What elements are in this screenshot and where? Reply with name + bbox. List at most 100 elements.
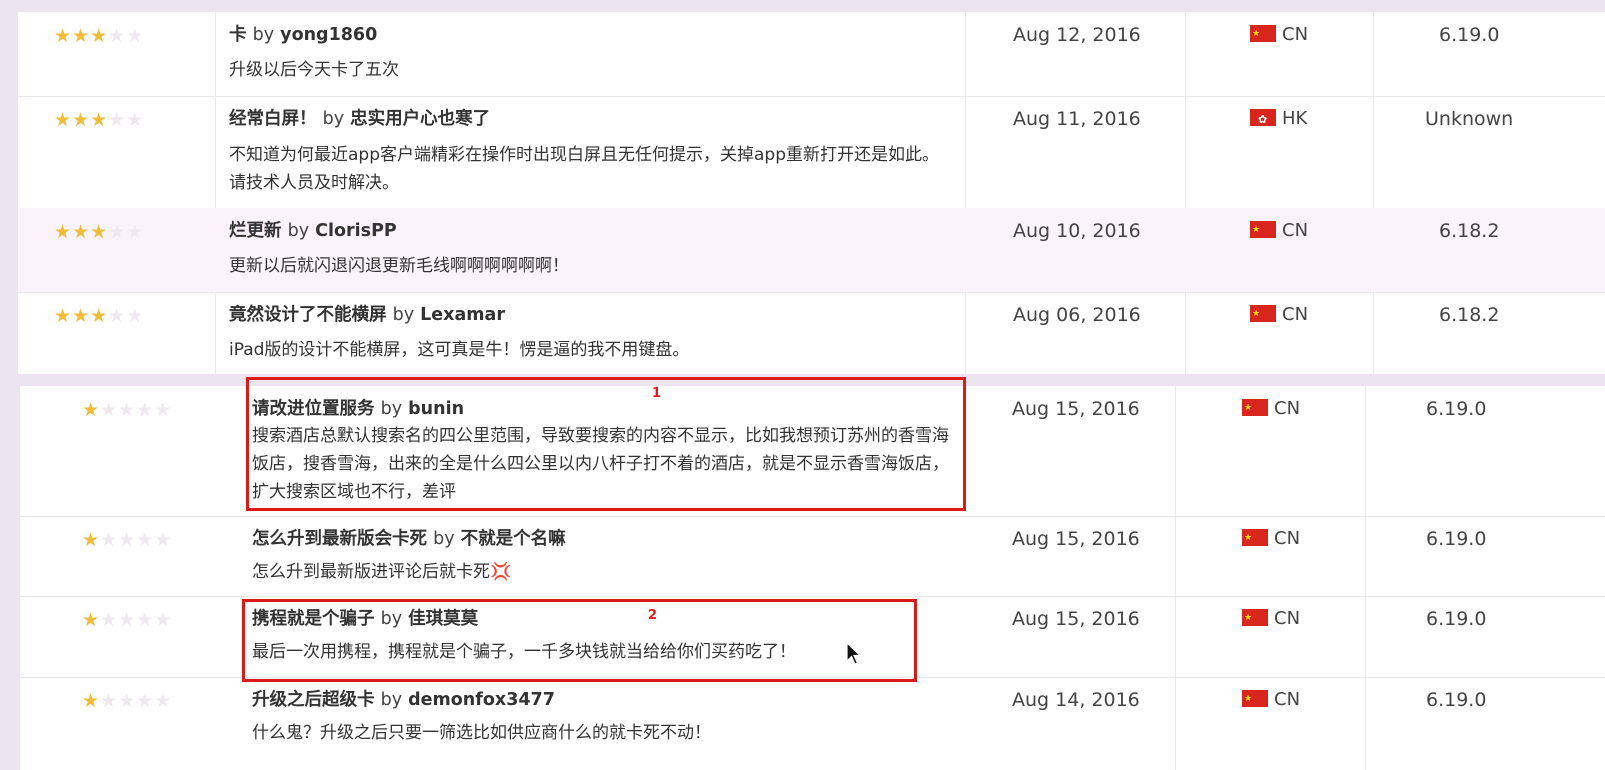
cn-flag-icon (1242, 397, 1268, 419)
review-country: CN (1242, 688, 1301, 711)
cn-flag-icon (1250, 303, 1276, 325)
star-filled-icon: ★ (54, 221, 73, 243)
review-author[interactable]: 忠实用户心也寒了 (350, 109, 490, 129)
annotation-box-1: 1 (246, 377, 966, 511)
star-empty-icon: ★ (100, 399, 119, 421)
star-filled-icon: ★ (54, 305, 73, 327)
review-country: CN (1250, 303, 1308, 326)
review-body: 怎么升到最新版进评论后就卡死💢 (252, 562, 512, 582)
review-author[interactable]: Lexamar (420, 305, 505, 325)
star-empty-icon: ★ (126, 305, 145, 327)
review-date: Aug 14, 2016 (1012, 689, 1140, 711)
review-title-text: 竟然设计了不能横屏 (229, 305, 387, 325)
country-code: CN (1274, 689, 1301, 710)
by-label: by (322, 109, 345, 129)
app-version: 6.19.0 (1426, 689, 1487, 711)
review-title: 升级之后超级卡 by demonfox3477 (252, 689, 555, 711)
hk-flag-icon (1250, 109, 1276, 131)
app-version: 6.19.0 (1426, 398, 1487, 420)
star-rating: ★★★★★ (82, 610, 172, 630)
review-body: 升级以后今天卡了五次 (229, 60, 399, 80)
star-empty-icon: ★ (126, 25, 145, 47)
by-label: by (380, 690, 403, 710)
review-row[interactable]: ★★★★★ 卡 by yong1860 升级以后今天卡了五次 Aug 12, 2… (18, 12, 1605, 97)
review-author[interactable]: 不就是个名嘛 (461, 529, 566, 549)
review-author[interactable]: ClorisPP (315, 221, 397, 241)
country-code: HK (1282, 108, 1308, 129)
cn-flag-icon (1242, 607, 1268, 629)
star-empty-icon: ★ (126, 221, 145, 243)
star-filled-icon: ★ (90, 221, 109, 243)
review-author[interactable]: demonfox3477 (408, 690, 555, 710)
star-rating: ★★★★★ (54, 222, 144, 242)
star-empty-icon: ★ (154, 399, 173, 421)
review-country: CN (1242, 527, 1300, 550)
review-title-text: 烂更新 (229, 221, 282, 241)
star-filled-icon: ★ (82, 529, 101, 551)
review-body: 更新以后就闪退闪退更新毛线啊啊啊啊啊啊！ (229, 256, 569, 276)
review-title-text: 经常白屏！ (229, 109, 317, 129)
review-date: Aug 06, 2016 (1013, 304, 1141, 326)
star-empty-icon: ★ (126, 109, 145, 131)
star-empty-icon: ★ (136, 609, 155, 631)
star-empty-icon: ★ (108, 25, 127, 47)
review-row[interactable]: ★★★★★ 竟然设计了不能横屏 by Lexamar iPad版的设计不能横屏，… (18, 292, 1605, 374)
review-title: 经常白屏！ by 忠实用户心也寒了 (229, 108, 490, 130)
review-author[interactable]: yong1860 (280, 25, 377, 45)
star-rating: ★★★★★ (82, 400, 172, 420)
star-rating: ★★★★★ (54, 306, 144, 326)
review-body: 什么鬼？升级之后只要一筛选比如供应商什么的就卡死不动！ (252, 723, 711, 743)
cn-flag-icon (1242, 688, 1268, 710)
review-date: Aug 10, 2016 (1013, 220, 1141, 242)
review-row[interactable]: ★★★★★ 升级之后超级卡 by demonfox3477 什么鬼？升级之后只要… (20, 677, 1605, 770)
review-body: 不知道为何最近app客户端精彩在操作时出现白屏且无任何提示，关掉app重新打开还… (229, 145, 939, 193)
star-empty-icon: ★ (118, 609, 137, 631)
review-country: CN (1242, 397, 1301, 420)
app-version: 6.19.0 (1426, 608, 1487, 630)
annotation-box-2: 2 (242, 599, 917, 682)
country-code: CN (1274, 608, 1301, 629)
review-country: HK (1250, 108, 1308, 131)
star-filled-icon: ★ (54, 109, 73, 131)
star-empty-icon: ★ (154, 690, 173, 712)
country-code: CN (1274, 398, 1301, 419)
review-title: 卡 by yong1860 (229, 24, 377, 46)
review-date: Aug 11, 2016 (1013, 108, 1141, 130)
annotation-label: 1 (652, 386, 662, 401)
star-empty-icon: ★ (100, 609, 119, 631)
star-filled-icon: ★ (90, 25, 109, 47)
star-filled-icon: ★ (72, 221, 91, 243)
country-code: CN (1282, 220, 1309, 241)
star-empty-icon: ★ (154, 609, 173, 631)
app-version: 6.19.0 (1426, 528, 1487, 550)
app-version: Unknown (1425, 108, 1514, 130)
star-filled-icon: ★ (72, 305, 91, 327)
review-row[interactable]: ★★★★★ 烂更新 by ClorisPP 更新以后就闪退闪退更新毛线啊啊啊啊啊… (18, 208, 1605, 293)
review-country: CN (1242, 607, 1301, 630)
star-empty-icon: ★ (118, 529, 137, 551)
review-title: 怎么升到最新版会卡死 by 不就是个名嘛 (252, 528, 566, 550)
review-row[interactable]: ★★★★★ 怎么升到最新版会卡死 by 不就是个名嘛 怎么升到最新版进评论后就卡… (20, 516, 1605, 597)
star-empty-icon: ★ (100, 529, 119, 551)
by-label: by (392, 305, 415, 325)
reviews-panel-top: ★★★★★ 卡 by yong1860 升级以后今天卡了五次 Aug 12, 2… (18, 12, 1605, 374)
star-filled-icon: ★ (82, 399, 101, 421)
star-filled-icon: ★ (90, 109, 109, 131)
by-label: by (287, 221, 310, 241)
star-empty-icon: ★ (136, 690, 155, 712)
review-date: Aug 15, 2016 (1012, 398, 1140, 420)
star-filled-icon: ★ (54, 25, 73, 47)
star-rating: ★★★★★ (54, 110, 144, 130)
app-version: 6.19.0 (1439, 24, 1500, 46)
app-version: 6.18.2 (1439, 304, 1500, 326)
review-date: Aug 12, 2016 (1013, 24, 1141, 46)
star-filled-icon: ★ (72, 25, 91, 47)
star-empty-icon: ★ (100, 690, 119, 712)
review-row[interactable]: ★★★★★ 经常白屏！ by 忠实用户心也寒了 不知道为何最近app客户端精彩在… (18, 96, 1605, 209)
star-filled-icon: ★ (82, 609, 101, 631)
app-version: 6.18.2 (1439, 220, 1500, 242)
country-code: CN (1282, 24, 1309, 45)
review-date: Aug 15, 2016 (1012, 528, 1140, 550)
review-country: CN (1250, 23, 1309, 46)
star-empty-icon: ★ (118, 690, 137, 712)
